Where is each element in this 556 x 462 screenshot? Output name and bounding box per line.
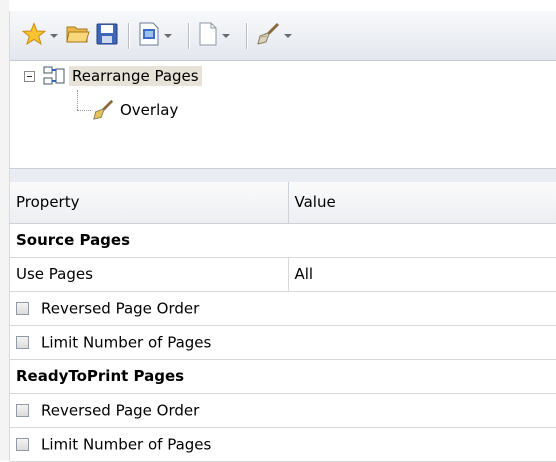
checkbox[interactable] xyxy=(16,335,29,349)
grid-header-row: Property Value xyxy=(10,182,556,224)
property-name: Limit Number of Pages xyxy=(10,325,556,360)
property-row[interactable]: Reversed Page Order xyxy=(10,291,556,326)
checkbox[interactable] xyxy=(16,301,29,315)
left-border xyxy=(0,0,10,461)
property-row[interactable]: Limit Number of Pages xyxy=(10,427,556,462)
panel-window: Rearrange Pages Overlay Property Value S… xyxy=(0,0,556,462)
tree-node-overlay[interactable]: Overlay xyxy=(92,99,178,121)
tree-connector xyxy=(77,110,91,111)
checkbox-label: Limit Number of Pages xyxy=(41,435,212,454)
property-name: Reversed Page Order xyxy=(10,393,556,428)
property-grid: Property Value Source Pages Use Pages Al… xyxy=(10,182,556,462)
paint-brush-icon xyxy=(256,22,280,50)
category-row: ReadyToPrint Pages xyxy=(10,359,556,394)
property-value[interactable]: All xyxy=(288,257,556,292)
top-strip xyxy=(9,0,556,11)
document-blue-icon xyxy=(138,22,160,50)
property-row[interactable]: Limit Number of Pages xyxy=(10,325,556,360)
column-header-value[interactable]: Value xyxy=(288,182,556,224)
document-button[interactable] xyxy=(138,19,178,53)
toolbar xyxy=(10,11,556,61)
chevron-down-icon[interactable] xyxy=(284,33,292,38)
checkbox[interactable] xyxy=(16,437,29,451)
star-button[interactable] xyxy=(21,19,64,53)
brush-button[interactable] xyxy=(256,19,298,53)
tree-connector xyxy=(77,90,78,110)
property-row[interactable]: Use Pages All xyxy=(10,257,556,292)
chevron-down-icon[interactable] xyxy=(164,33,172,38)
checkbox-label: Limit Number of Pages xyxy=(41,333,212,352)
toolbar-separator xyxy=(246,22,248,49)
chevron-down-icon[interactable] xyxy=(50,33,58,38)
save-icon xyxy=(96,23,118,49)
rearrange-pages-icon xyxy=(43,65,65,87)
paint-brush-icon xyxy=(92,99,114,121)
column-header-property[interactable]: Property xyxy=(10,182,289,224)
new-page-button[interactable] xyxy=(198,19,236,53)
document-blank-icon xyxy=(198,22,218,50)
category-title: Source Pages xyxy=(10,223,556,258)
property-name: Use Pages xyxy=(10,257,289,292)
tree-node-rearrange-pages[interactable]: Rearrange Pages xyxy=(24,65,202,87)
tree-node-label[interactable]: Overlay xyxy=(120,101,178,119)
toolbar-separator xyxy=(128,22,130,49)
checkbox-label: Reversed Page Order xyxy=(41,299,200,318)
category-row: Source Pages xyxy=(10,223,556,258)
property-row[interactable]: Reversed Page Order xyxy=(10,393,556,428)
chevron-down-icon[interactable] xyxy=(222,33,230,38)
star-icon xyxy=(21,21,47,50)
property-name: Reversed Page Order xyxy=(10,291,556,326)
splitter[interactable] xyxy=(10,168,556,183)
checkbox-label: Reversed Page Order xyxy=(41,401,200,420)
category-title: ReadyToPrint Pages xyxy=(10,359,556,394)
checkbox[interactable] xyxy=(16,403,29,417)
toolbar-separator xyxy=(188,22,190,49)
open-button[interactable] xyxy=(66,19,90,53)
collapse-toggle[interactable] xyxy=(24,70,35,82)
open-folder-icon xyxy=(66,23,90,49)
property-name: Limit Number of Pages xyxy=(10,427,556,462)
tree-view: Rearrange Pages Overlay xyxy=(10,62,556,168)
tree-node-label[interactable]: Rearrange Pages xyxy=(69,66,202,86)
save-button[interactable] xyxy=(96,19,118,53)
